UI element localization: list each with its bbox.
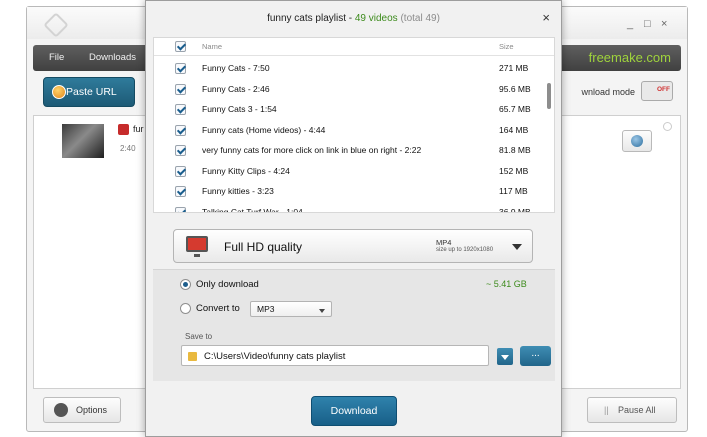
pause-all-label: Pause All [618,405,656,415]
title-total: (total 49) [400,13,440,24]
quality-format-detail: size up to 1920x1080 [436,247,494,253]
item-checkbox[interactable] [175,63,186,74]
title-prefix: funny cats playlist - [267,13,355,24]
save-to-label: Save to [185,332,213,341]
video-thumbnail [62,124,104,158]
convert-format-select[interactable]: MP3 [250,301,332,317]
item-size: 271 MB [499,63,529,73]
list-item[interactable]: Funny kitties - 3:23 117 MB [154,182,546,203]
list-item[interactable]: Funny Cats 3 - 1:54 65.7 MB [154,100,546,121]
column-name: Name [202,42,223,51]
convert-to-radio[interactable] [180,303,191,314]
total-size: ~ 5.41 GB [486,279,527,289]
pause-all-button[interactable]: || Pause All [587,397,677,423]
close-icon[interactable]: × [542,11,550,25]
column-size: Size [499,42,514,51]
list-item[interactable]: Funny Cats - 2:46 95.6 MB [154,80,546,101]
gear-icon [54,403,68,417]
list-header: Name Size [154,38,554,56]
youtube-icon [118,124,129,135]
item-duration: 2:40 [120,144,136,153]
list-item[interactable]: Funny Cats - 7:50 271 MB [154,59,546,80]
item-checkbox[interactable] [175,83,186,95]
minimize-button[interactable]: _ [627,18,633,30]
item-size: 65.7 MB [499,104,531,114]
download-mode-label: wnload mode [581,87,635,97]
item-size: 95.6 MB [499,83,531,94]
pause-icon: || [604,405,609,415]
item-name: Talking Cat Turf War - 1:04 [202,206,303,213]
only-download-radio[interactable] [180,279,191,290]
menu-downloads[interactable]: Downloads [89,52,136,63]
list-item[interactable]: Funny Kitty Clips - 4:24 152 MB [154,162,546,183]
download-mode-toggle[interactable]: OFF [641,81,673,101]
chevron-down-icon [512,244,522,250]
save-path-field[interactable]: C:\Users\Video\funny cats playlist [181,345,489,366]
item-size: 152 MB [499,165,529,176]
item-size: 117 MB [499,186,528,196]
item-checkbox[interactable] [175,206,186,212]
item-checkbox[interactable] [175,104,186,115]
item-size: 36.9 MB [499,206,531,213]
item-title: fur [133,124,144,134]
item-checkbox[interactable] [175,124,186,136]
paste-url-button[interactable]: Paste URL [43,77,135,107]
quality-dropdown[interactable]: Full HD quality MP4 size up to 1920x1080 [173,229,533,263]
playlist-dialog: funny cats playlist - 49 videos (total 4… [145,0,562,437]
download-button[interactable]: Download [311,396,397,426]
item-name: Funny cats (Home videos) - 4:44 [202,124,326,135]
maximize-button[interactable]: □ [644,18,651,30]
item-name: Funny Cats - 7:50 [202,63,270,73]
convert-format-value: MP3 [257,304,275,314]
convert-to-label: Convert to [196,303,240,314]
quality-format: MP4 [436,238,452,247]
video-list: Name Size Funny Cats - 7:50 271 MB Funny C… [153,37,555,213]
chevron-down-icon [319,309,325,313]
title-count: 49 videos [354,13,398,24]
dialog-title: funny cats playlist - 49 videos (total 4… [146,1,561,37]
item-checkbox[interactable] [175,186,186,197]
item-checkbox[interactable] [175,165,186,177]
screen: _ □ × File Downloads freemake.com Paste … [0,0,707,437]
scrollbar[interactable] [545,57,553,212]
item-name: Funny kitties - 3:23 [202,186,274,196]
open-web-button[interactable] [622,130,652,152]
paste-url-label: Paste URL [66,86,117,98]
globe-icon [52,85,66,99]
item-size: 81.8 MB [499,145,531,155]
scrollbar-thumb[interactable] [547,83,551,109]
options-label: Options [76,405,108,415]
path-history-dropdown[interactable] [497,348,513,365]
remove-item-icon[interactable] [663,122,672,131]
toggle-state-label: OFF [657,86,670,93]
only-download-label: Only download [196,279,259,290]
item-size: 164 MB [499,124,529,135]
item-name: Funny Kitty Clips - 4:24 [202,165,290,176]
globe-icon [631,135,643,147]
item-name: Funny Cats 3 - 1:54 [202,104,277,114]
list-item[interactable]: Funny cats (Home videos) - 4:44 164 MB [154,121,546,142]
item-checkbox[interactable] [175,145,186,156]
select-all-checkbox[interactable] [175,41,186,52]
item-name: very funny cats for more click on link i… [202,145,422,155]
quality-label: Full HD quality [224,240,303,254]
brand-link[interactable]: freemake.com [589,50,671,65]
folder-icon [188,352,197,361]
browse-button[interactable]: ... [520,346,551,366]
menu-file[interactable]: File [49,52,64,63]
app-logo-icon [43,12,69,38]
save-path-value: C:\Users\Video\funny cats playlist [204,351,346,362]
window-close-button[interactable]: × [661,18,667,30]
tv-icon [186,236,208,257]
list-item[interactable]: very funny cats for more click on link i… [154,141,546,162]
list-item[interactable]: Talking Cat Turf War - 1:04 36.9 MB [154,203,546,213]
item-name: Funny Cats - 2:46 [202,83,270,94]
options-button[interactable]: Options [43,397,121,423]
download-options-panel: Only download ~ 5.41 GB Convert to MP3 S… [153,269,555,381]
